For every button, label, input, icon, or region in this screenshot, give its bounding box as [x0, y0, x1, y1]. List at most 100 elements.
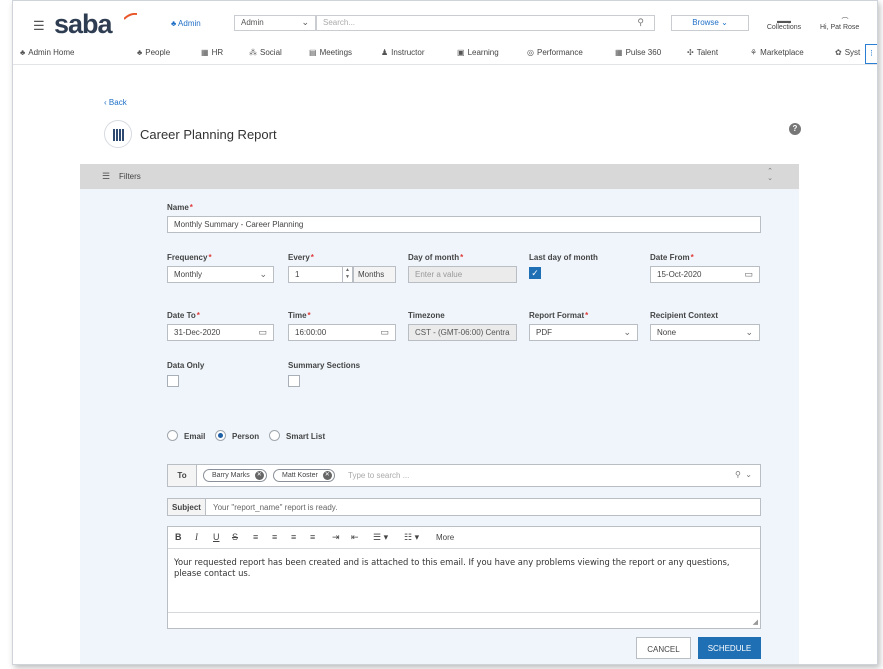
menu-instructor[interactable]: ♟ Instructor — [381, 48, 425, 57]
back-link[interactable]: ‹ Back — [104, 98, 127, 107]
role-select[interactable]: Admin ⌄ — [234, 15, 316, 31]
align-justify-icon[interactable]: ≡ — [310, 532, 315, 542]
italic-icon[interactable]: I — [195, 532, 198, 542]
menu-pulse-360[interactable]: ▦ Pulse 360 — [615, 48, 661, 57]
email-body-text[interactable]: Your requested report has been created a… — [174, 557, 756, 579]
summary-sections-checkbox[interactable] — [288, 375, 300, 387]
filters-header[interactable]: ☰ Filters ⌃ ⌄ — [80, 164, 799, 189]
last-day-checkbox[interactable]: ✓ — [529, 267, 541, 279]
remove-chip-icon[interactable]: ✕ — [322, 471, 332, 480]
browse-button[interactable]: Browse ⌄ — [671, 15, 749, 31]
main-menu-bar: ♣ Admin Home ♣ People ▦ HR ⁂ Social ▤ Meeting… — [13, 43, 877, 65]
calendar-icon[interactable]: ▭ — [258, 327, 267, 338]
recipient-search-controls: ⚲ ⌄ — [735, 470, 752, 479]
collapse-expand-icon[interactable]: ⌃ ⌄ — [767, 168, 773, 182]
search-icon[interactable]: ⚲ — [637, 17, 644, 28]
date-from-field[interactable]: 15-Oct-2020 ▭ — [650, 266, 760, 283]
data-only-checkbox[interactable] — [167, 375, 179, 387]
align-right-icon[interactable]: ≡ — [291, 532, 296, 542]
more-button[interactable]: More — [436, 533, 454, 542]
report-format-select[interactable]: PDF ⌄ — [529, 324, 638, 341]
people-role-icon: ♣ — [171, 19, 177, 28]
menu-learning[interactable]: ▣ Learning — [457, 48, 499, 57]
logo-swoosh-icon — [124, 13, 137, 20]
menu-performance[interactable]: ◎ Performance — [527, 48, 583, 57]
sliders-icon: ☰ — [102, 171, 111, 181]
recipient-search-input[interactable]: Type to search ... — [348, 471, 409, 480]
every-label: Every* — [288, 253, 314, 262]
email-radio[interactable] — [167, 430, 178, 441]
to-label: To — [168, 465, 197, 486]
talent-icon: ✣ — [687, 48, 694, 57]
chevron-down-icon: ⌄ — [623, 327, 631, 337]
menu-scroll-handle[interactable]: ⁝ — [865, 44, 877, 64]
frequency-select[interactable]: Monthly ⌄ — [167, 266, 274, 283]
name-field[interactable]: Monthly Summary - Career Planning — [167, 216, 761, 233]
editor-footer: ◢ — [168, 612, 760, 628]
hr-icon: ▦ — [201, 48, 209, 57]
menu-admin-home[interactable]: ♣ Admin Home — [20, 48, 75, 57]
subject-value: Your "report_name" report is ready. — [213, 503, 338, 512]
outdent-icon[interactable]: ⇤ — [351, 532, 359, 543]
person-radio[interactable] — [215, 430, 226, 441]
align-center-icon[interactable]: ≡ — [272, 532, 277, 542]
page-title: Career Planning Report — [140, 127, 277, 142]
menu-talent[interactable]: ✣ Talent — [687, 48, 718, 57]
numbered-list-icon[interactable]: ☷ ▾ — [404, 532, 419, 543]
filters-label: Filters — [119, 172, 141, 181]
to-recipients-field[interactable]: To Barry Marks ✕ Matt Koster ✕ Type to s… — [167, 464, 761, 487]
user-menu[interactable]: ⌒ Hi, Pat Rose — [820, 18, 870, 31]
every-unit: Months — [353, 266, 396, 283]
align-left-icon[interactable]: ≡ — [253, 532, 258, 542]
hamburger-menu-icon[interactable]: ☰ — [33, 18, 45, 34]
saba-logo[interactable]: saba — [54, 11, 113, 38]
admin-role-link[interactable]: ♣ Admin — [171, 19, 201, 28]
app-window: ☰ saba ♣ Admin Admin ⌄ Search... ⚲ Brows… — [12, 0, 878, 665]
clock-calendar-icon[interactable]: ▭ — [380, 327, 389, 338]
menu-hr[interactable]: ▦ HR — [201, 48, 223, 57]
global-search-input[interactable]: Search... ⚲ — [316, 15, 655, 31]
email-body-editor[interactable]: B I U S ≡ ≡ ≡ ≡ ⇥ ⇤ ☰ ▾ ☷ ▾ More Your re… — [167, 526, 761, 629]
day-of-month-label: Day of month* — [408, 253, 464, 262]
recipient-chip[interactable]: Matt Koster ✕ — [273, 469, 335, 482]
gear-icon: ✿ — [835, 48, 842, 57]
bullet-list-icon[interactable]: ☰ ▾ — [373, 532, 388, 543]
admin-icon: ♣ — [20, 48, 26, 57]
cancel-button[interactable]: CANCEL — [636, 637, 691, 659]
menu-meetings[interactable]: ▤ Meetings — [309, 48, 352, 57]
bold-icon[interactable]: B — [175, 532, 182, 542]
timezone-field: CST - (GMT-06:00) Centra — [408, 324, 517, 341]
menu-marketplace[interactable]: ⚘ Marketplace — [750, 48, 804, 57]
strikethrough-icon[interactable]: S — [232, 532, 238, 542]
calendar-icon[interactable]: ▭ — [744, 269, 753, 280]
report-format-label: Report Format* — [529, 311, 589, 320]
collections-link[interactable]: ▬▬ Collections — [761, 18, 807, 31]
report-icon — [104, 120, 132, 148]
stepper-arrows-icon[interactable]: ▲ ▼ — [342, 267, 352, 282]
recipient-chip[interactable]: Barry Marks ✕ — [203, 469, 267, 482]
frequency-label: Frequency* — [167, 253, 212, 262]
every-stepper[interactable]: 1 ▲ ▼ — [288, 266, 353, 283]
underline-icon[interactable]: U — [213, 532, 220, 542]
person-radio-label: Person — [232, 432, 260, 441]
menu-people[interactable]: ♣ People — [137, 48, 170, 57]
day-of-month-field: Enter a value — [408, 266, 517, 283]
menu-social[interactable]: ⁂ Social — [249, 48, 282, 57]
recipient-context-select[interactable]: None ⌄ — [650, 324, 760, 341]
performance-icon: ◎ — [527, 48, 534, 57]
smart-list-radio[interactable] — [269, 430, 280, 441]
time-field[interactable]: 16:00:00 ▭ — [288, 324, 396, 341]
help-icon[interactable]: ? — [789, 123, 801, 135]
chevron-down-icon[interactable]: ⌄ — [745, 470, 752, 479]
filters-panel: ☰ Filters ⌃ ⌄ Name* Monthly Summary - Car… — [80, 164, 799, 664]
schedule-button[interactable]: SCHEDULE — [698, 637, 761, 659]
search-icon[interactable]: ⚲ — [735, 470, 741, 479]
remove-chip-icon[interactable]: ✕ — [254, 471, 264, 480]
indent-icon[interactable]: ⇥ — [332, 532, 340, 543]
date-to-field[interactable]: 31-Dec-2020 ▭ — [167, 324, 274, 341]
subject-field[interactable]: Subject Your "report_name" report is rea… — [167, 498, 761, 516]
chevron-down-icon: ⌄ — [301, 17, 309, 27]
resize-grip-icon[interactable]: ◢ — [753, 618, 758, 626]
pulse-icon: ▦ — [615, 48, 623, 57]
menu-system[interactable]: ✿ Syst — [835, 48, 860, 57]
